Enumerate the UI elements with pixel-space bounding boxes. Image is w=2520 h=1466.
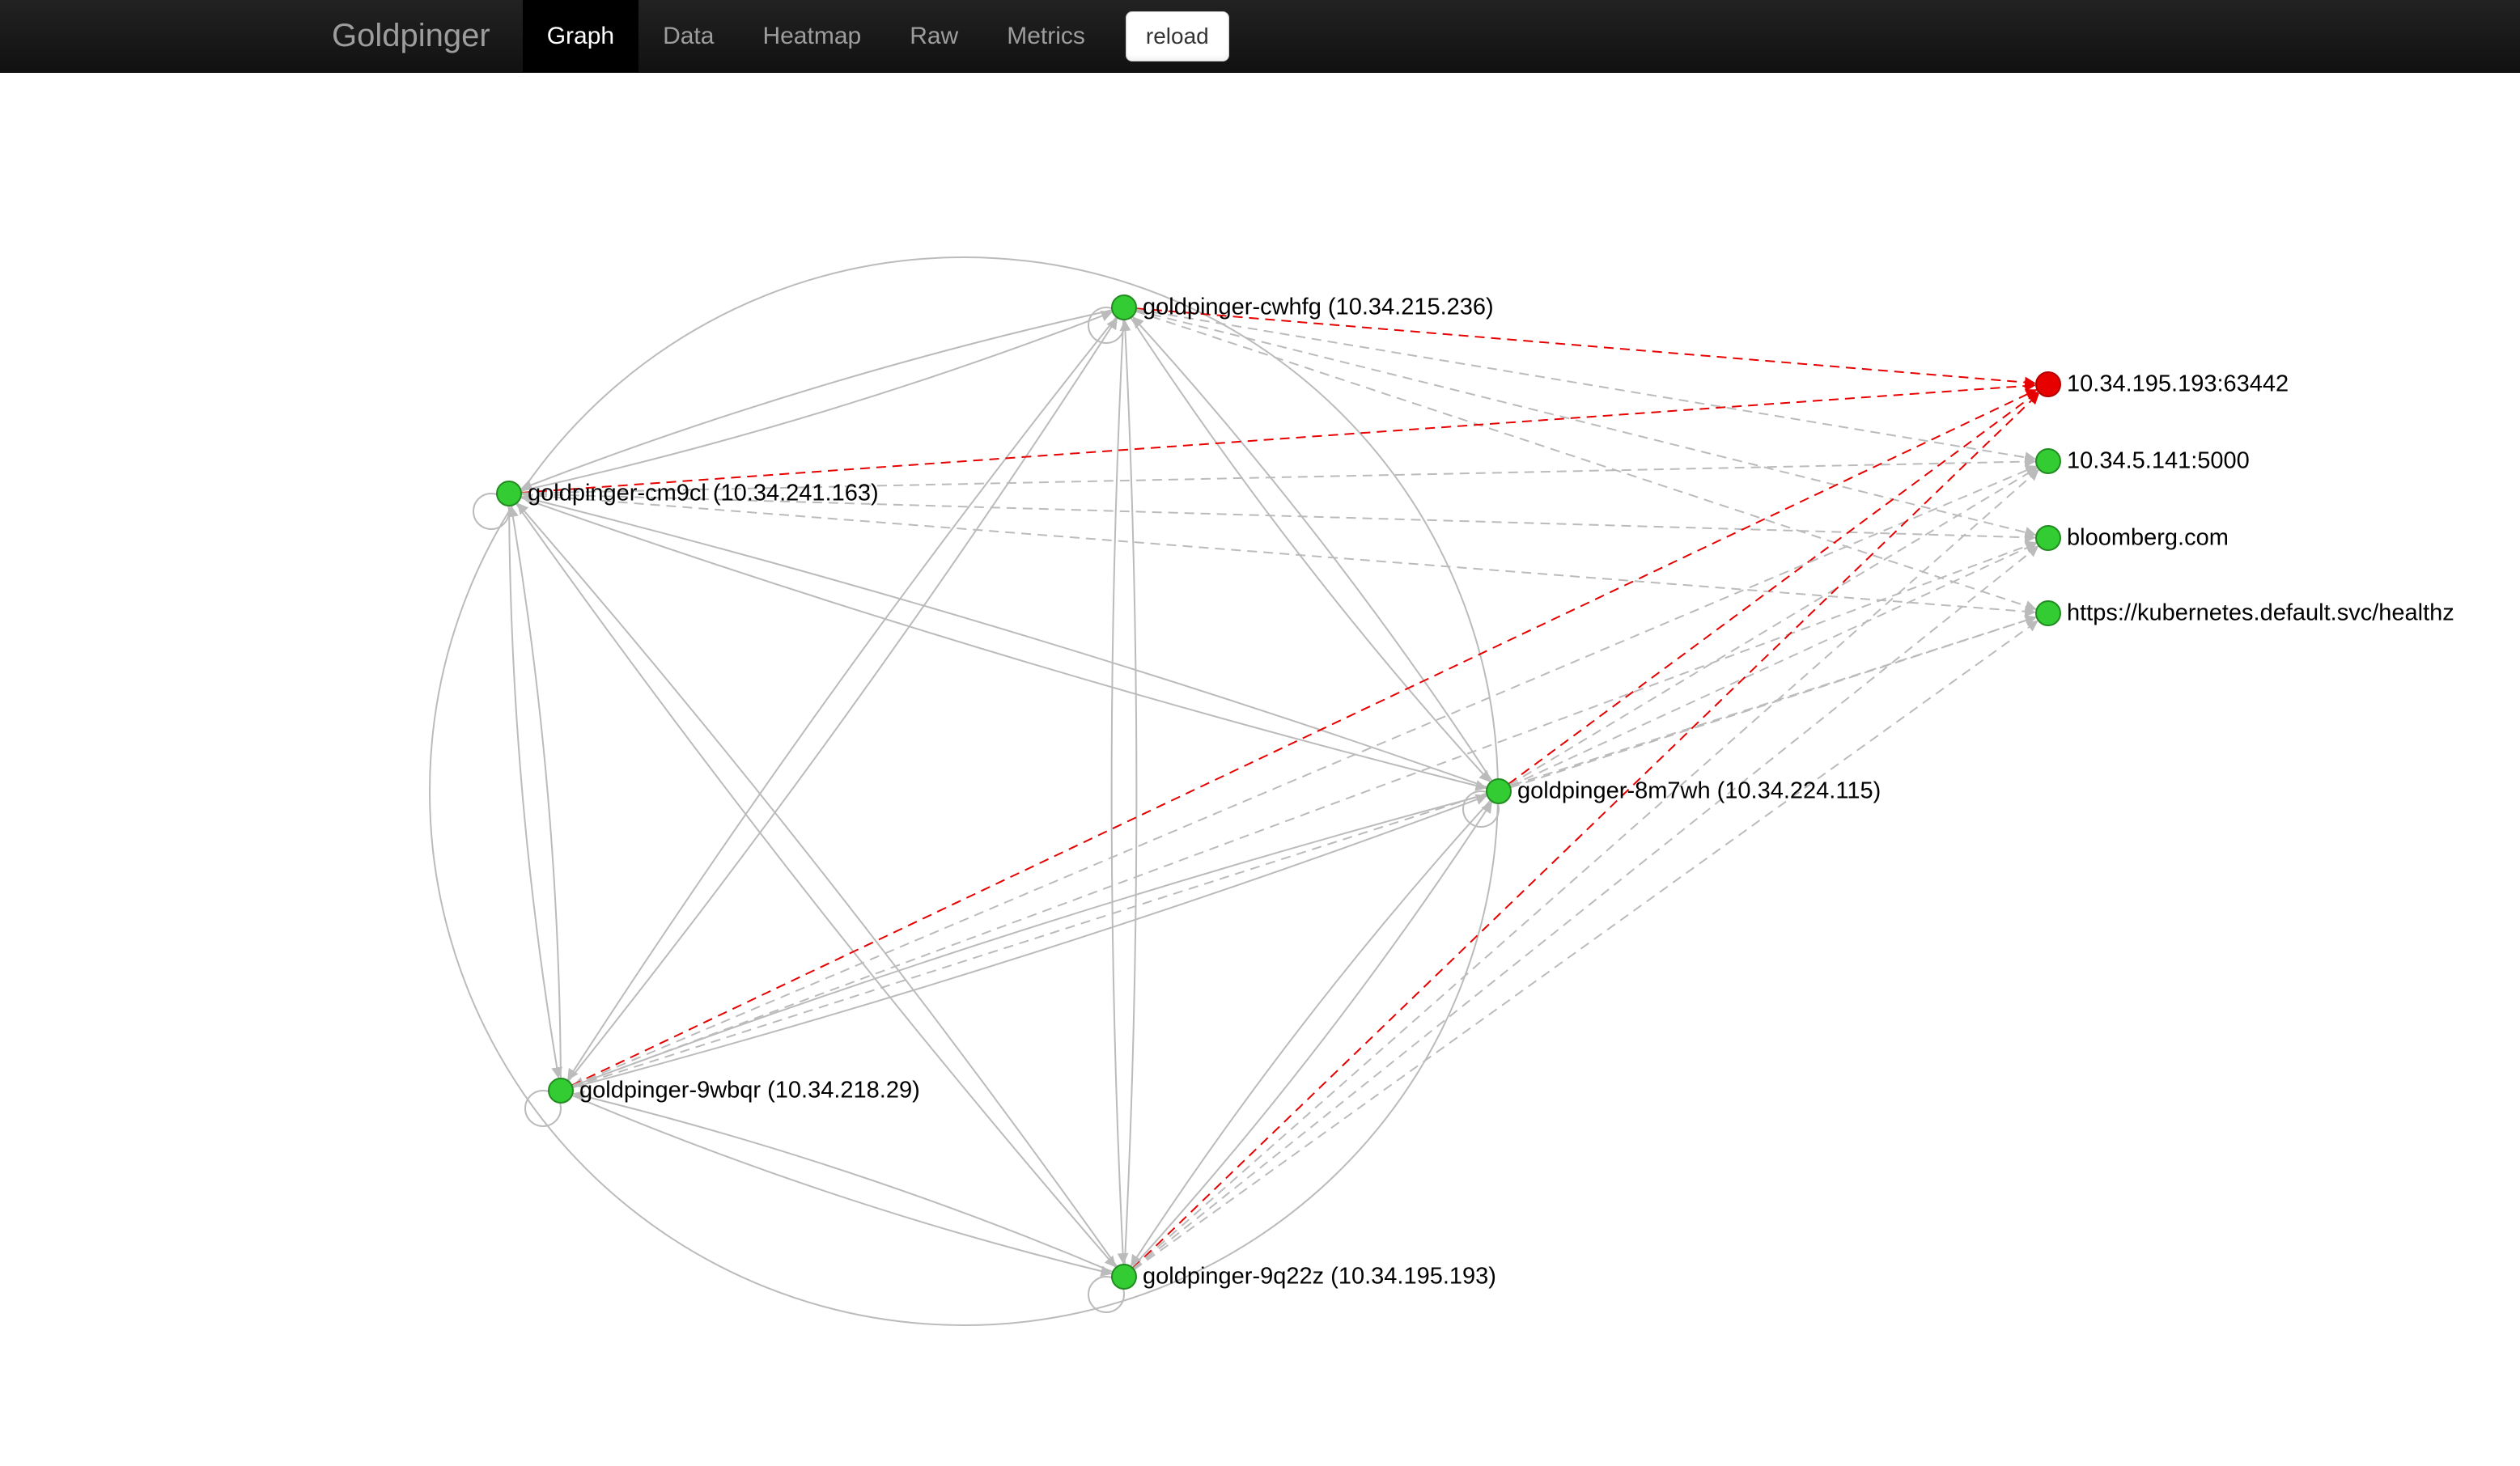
tab-heatmap[interactable]: Heatmap (738, 0, 885, 72)
ring-node[interactable] (1112, 1265, 1136, 1289)
tab-raw[interactable]: Raw (885, 0, 982, 72)
ring-node[interactable] (497, 481, 521, 506)
navbar: Goldpinger GraphDataHeatmapRawMetrics re… (0, 0, 2520, 73)
edge-ext (521, 494, 2036, 612)
edge-failed (572, 389, 2038, 1085)
edge-failed (1508, 392, 2038, 784)
ext-node[interactable] (2036, 601, 2060, 625)
edge (572, 795, 1487, 1087)
edge-ext (1136, 311, 2037, 536)
edge (1131, 318, 1491, 782)
edge-ext (572, 542, 2037, 1087)
edge (567, 317, 1117, 1081)
edge-ext (521, 494, 2036, 537)
edge (521, 497, 1487, 787)
ring-node[interactable] (1487, 779, 1511, 803)
graph-area[interactable]: goldpinger-cwhfg (10.34.215.236)goldping… (0, 73, 2520, 1466)
edge-ext (1135, 311, 2037, 610)
edge (509, 506, 558, 1078)
edge-ext (572, 617, 2036, 1087)
ring-outline (430, 257, 1498, 1325)
edge (521, 311, 1113, 490)
edge-ext (1510, 543, 2038, 786)
edge (1132, 802, 1492, 1268)
tab-graph[interactable]: Graph (523, 0, 638, 72)
graph-canvas[interactable] (0, 73, 2520, 1466)
tab-metrics[interactable]: Metrics (982, 0, 1109, 72)
ring-node[interactable] (1112, 295, 1136, 320)
edge (1125, 320, 1137, 1265)
edge-ext (1134, 621, 2038, 1270)
edge-failed (521, 385, 2036, 493)
edge-ext (1510, 617, 2036, 788)
edge-ext (1136, 309, 2036, 459)
edge (511, 506, 560, 1078)
edge (520, 498, 1487, 788)
nav-tabs: GraphDataHeatmapRawMetrics (523, 0, 1109, 72)
edge (520, 310, 1112, 489)
edge (517, 502, 1117, 1266)
edge (1112, 320, 1124, 1265)
edge-failed (1133, 392, 2039, 1268)
ext-node[interactable] (2036, 526, 2060, 550)
ring-node[interactable] (549, 1078, 573, 1103)
edge-failed (1136, 308, 2036, 383)
ext-node[interactable] (2036, 372, 2060, 396)
edge-ext (1133, 469, 2039, 1269)
tab-data[interactable]: Data (638, 0, 738, 72)
edge (568, 318, 1118, 1082)
reload-button[interactable]: reload (1126, 11, 1229, 61)
edge (516, 503, 1116, 1267)
edge-ext (1134, 545, 2039, 1269)
brand: Goldpinger (332, 18, 490, 54)
edge-ext (572, 466, 2037, 1086)
edge (573, 1094, 1114, 1273)
ext-node[interactable] (2036, 449, 2060, 473)
edge (572, 1095, 1113, 1274)
